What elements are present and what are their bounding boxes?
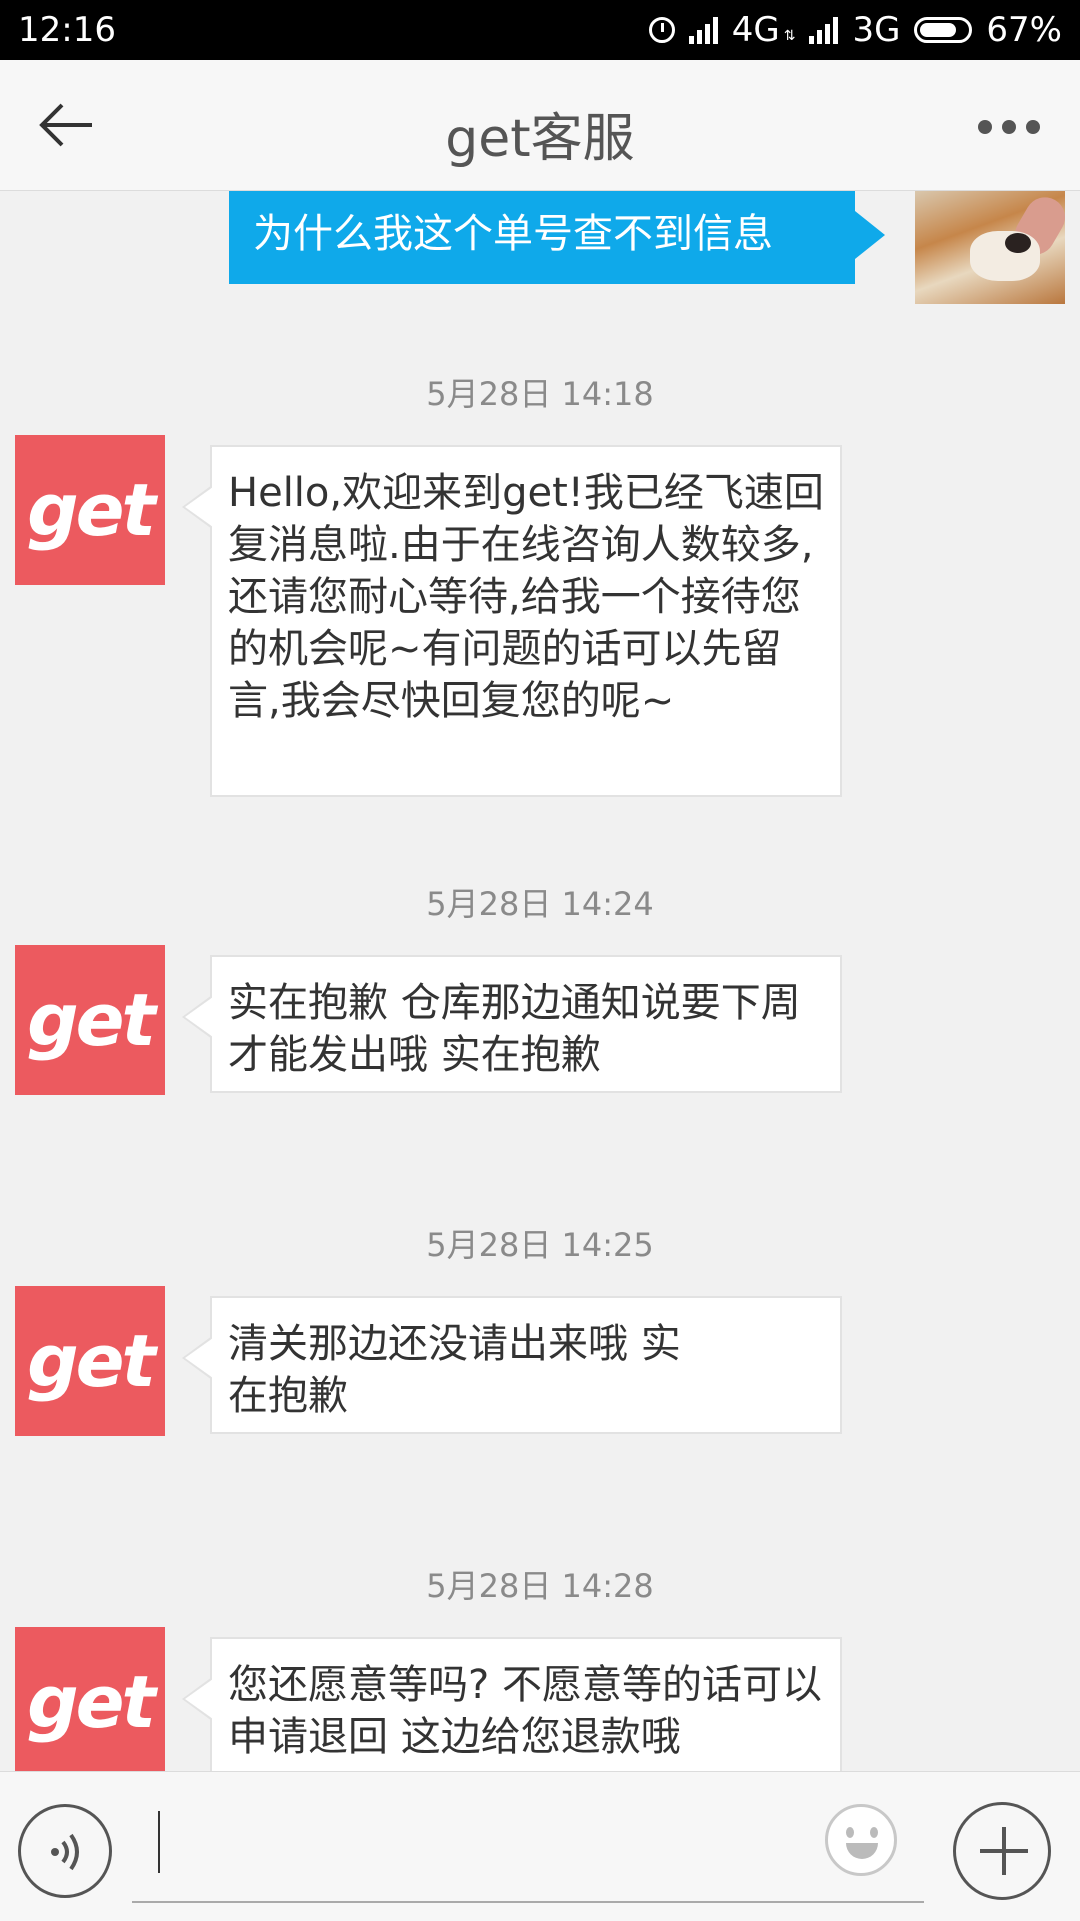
message-text: 清关那边还没请出来哦 实在抱歉 [228, 1321, 681, 1419]
dot-icon [1026, 120, 1040, 134]
message-timestamp: 5月28日 14:24 [426, 885, 654, 923]
status-time: 12:16 [18, 10, 116, 50]
received-message-bubble[interactable]: 清关那边还没请出来哦 实在抱歉 [182, 1296, 842, 1434]
more-options-button[interactable] [978, 120, 1040, 134]
message-text: 实在抱歉 仓库那边通知说要下周才能发出哦 实在抱歉 [228, 980, 801, 1078]
page-title: get客服 [445, 109, 635, 169]
voice-input-button[interactable] [18, 1804, 112, 1898]
received-message-bubble[interactable]: Hello,欢迎来到get!我已经飞速回复消息啦.由于在线咨询人数较多,还请您耐… [182, 445, 842, 797]
network-4g-label: 4G [731, 10, 780, 50]
network-3g-label: 3G [852, 10, 901, 50]
message-timestamp: 5月28日 14:18 [426, 375, 654, 413]
message-text-input[interactable] [132, 1797, 924, 1903]
avatar-photo-detail [1005, 233, 1031, 253]
dot-icon [978, 120, 992, 134]
voice-wave-icon [51, 1833, 79, 1871]
plus-icon[interactable] [953, 1802, 1051, 1900]
sent-message-bubble[interactable]: 为什么我这个单号查不到信息 [229, 191, 885, 284]
chat-header: get客服 [0, 60, 1080, 191]
message-text: Hello,欢迎来到get!我已经飞速回复消息啦.由于在线咨询人数较多,还请您耐… [228, 470, 824, 724]
smiley-icon[interactable] [825, 1804, 897, 1876]
dot-icon [1002, 120, 1016, 134]
data-arrows-icon: ⇅ [783, 28, 796, 44]
alarm-icon [648, 17, 675, 43]
signal-icon [688, 16, 718, 44]
get-logo-avatar[interactable]: get [15, 945, 165, 1095]
text-caret [158, 1811, 160, 1873]
get-logo-avatar[interactable]: get [15, 435, 165, 585]
message-timestamp: 5月28日 14:25 [426, 1226, 654, 1264]
battery-percent: 67% [986, 10, 1062, 50]
message-text: 您还愿意等吗? 不愿意等的话可以申请退回 这边给您退款哦 [228, 1662, 822, 1760]
user-avatar[interactable] [915, 191, 1065, 304]
chat-message-list[interactable]: 为什么我这个单号查不到信息 5月28日 14:18 get Hello,欢迎来到… [0, 191, 1080, 1771]
message-text: 为什么我这个单号查不到信息 [253, 211, 773, 257]
signal-icon-2 [809, 16, 839, 44]
status-bar: 12:16 4G ⇅ 3G 67% [0, 0, 1080, 60]
get-logo-avatar[interactable]: get [15, 1286, 165, 1436]
status-icons: 4G ⇅ 3G 67% [648, 10, 1062, 50]
message-input-bar [0, 1771, 1080, 1921]
received-message-bubble[interactable]: 实在抱歉 仓库那边通知说要下周才能发出哦 实在抱歉 [182, 955, 842, 1093]
received-message-bubble[interactable]: 您还愿意等吗? 不愿意等的话可以申请退回 这边给您退款哦 [182, 1637, 842, 1771]
battery-icon [914, 17, 973, 43]
get-logo-avatar[interactable]: get [15, 1627, 165, 1771]
message-timestamp: 5月28日 14:28 [426, 1567, 654, 1605]
